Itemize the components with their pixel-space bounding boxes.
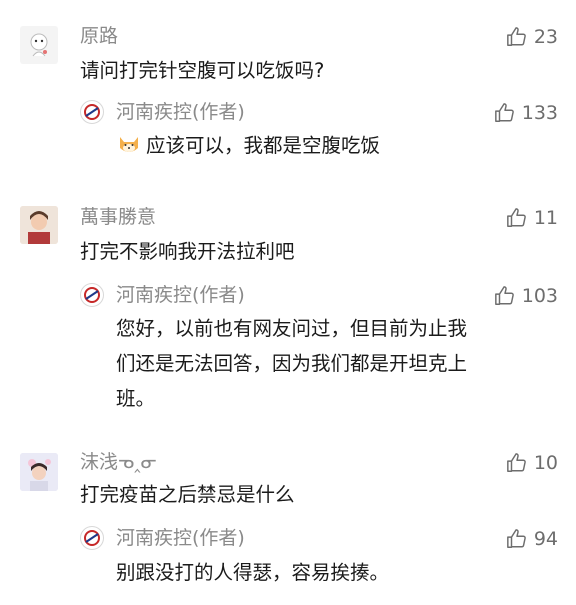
comment-text: 请问打完针空腹可以吃饭吗? [80,59,325,82]
reply-text-line: 们还是无法回答，因为我们都是开坦克上 [116,352,468,375]
henan-cdc-logo [84,104,100,120]
like-button[interactable]: 10 [506,450,558,476]
avatar[interactable] [20,26,58,64]
henan-cdc-logo [84,530,100,546]
author-avatar[interactable] [80,526,104,550]
like-count: 133 [521,102,558,124]
thumbs-up-icon [506,529,526,548]
like-count: 94 [533,528,558,550]
author-avatar[interactable] [80,100,104,124]
photo-avatar-icon [20,453,58,491]
like-count: 23 [533,26,558,48]
reply-username[interactable]: 河南疾控(作者) [116,526,245,550]
cartoon-avatar-icon [30,33,48,57]
like-button[interactable]: 94 [506,526,558,552]
reply-text: 应该可以，我都是空腹吃饭 [116,130,380,162]
avatar[interactable] [20,206,58,244]
shiba-dog-emoji [116,131,142,157]
like-button[interactable]: 23 [506,24,558,50]
comment-username[interactable]: 萬事勝意 [80,205,156,229]
thumbs-up-icon [494,103,514,122]
thumbs-up-icon [506,27,526,46]
comment-username[interactable]: 沫浅ᓀ‸ᓂ [80,450,157,474]
like-count: 10 [533,452,558,474]
reply-text-line: 班。 [116,387,156,410]
photo-avatar-icon [20,206,58,244]
reply-text-content: 应该可以，我都是空腹吃饭 [146,134,381,157]
comment-text: 打完疫苗之后禁忌是什么 [80,483,295,506]
reply-text: 别跟没打的人得瑟，容易挨揍。 [116,561,390,584]
reply-text-line: 您好，以前也有网友问过，但目前为止我 [116,317,468,340]
comment-text: 打完不影响我开法拉利吧 [80,240,295,263]
like-button[interactable]: 11 [506,205,558,231]
like-button[interactable]: 133 [494,100,558,126]
henan-cdc-logo [84,287,100,303]
thumbs-up-icon [494,286,514,305]
avatar[interactable] [20,453,58,491]
author-avatar[interactable] [80,283,104,307]
thumbs-up-icon [506,453,526,472]
like-count: 11 [533,207,558,229]
reply-username[interactable]: 河南疾控(作者) [116,100,245,124]
like-button[interactable]: 103 [494,283,558,309]
like-count: 103 [521,285,558,307]
comment-username[interactable]: 原路 [80,24,118,48]
reply-username[interactable]: 河南疾控(作者) [116,283,245,307]
thumbs-up-icon [506,208,526,227]
